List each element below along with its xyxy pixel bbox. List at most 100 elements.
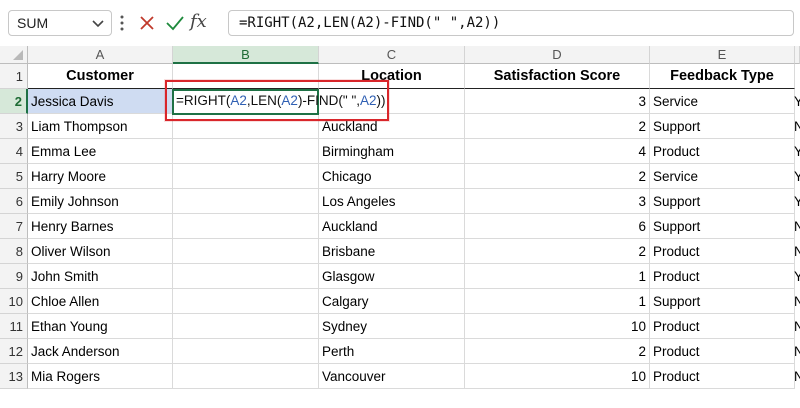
location-cell[interactable]: Chicago — [319, 164, 465, 189]
score-cell[interactable]: 1 — [465, 289, 650, 314]
formula-cell[interactable] — [173, 314, 319, 339]
vertical-dots-icon[interactable] — [119, 13, 125, 33]
row-header-7[interactable]: 7 — [0, 214, 28, 239]
column-header-c[interactable]: C — [319, 46, 465, 64]
column-header-a[interactable]: A — [28, 46, 173, 64]
row-header-3[interactable]: 3 — [0, 114, 28, 139]
location-cell[interactable]: Auckland — [319, 114, 465, 139]
feedback-cell[interactable]: Product — [650, 339, 795, 364]
location-cell[interactable]: Vancouver — [319, 364, 465, 389]
location-cell[interactable]: Calgary — [319, 289, 465, 314]
feedback-cell[interactable]: Support — [650, 289, 795, 314]
score-cell[interactable]: 10 — [465, 364, 650, 389]
score-cell[interactable]: 3 — [465, 89, 650, 114]
name-box[interactable]: SUM — [8, 10, 112, 36]
score-cell[interactable]: 6 — [465, 214, 650, 239]
score-cell[interactable]: 10 — [465, 314, 650, 339]
header-cell-score[interactable]: Satisfaction Score — [465, 64, 650, 89]
location-cell[interactable]: Brisbane — [319, 239, 465, 264]
active-cell-b2[interactable]: =RIGHT(A2,LEN(A2)-FIND(" ",A2)) — [172, 89, 388, 115]
location-cell[interactable]: Auckland — [319, 214, 465, 239]
feedback-cell[interactable]: Service — [650, 164, 795, 189]
formula-cell[interactable] — [173, 239, 319, 264]
column-f-partial-cell[interactable]: Y — [794, 189, 800, 214]
formula-cell[interactable] — [173, 339, 319, 364]
formula-cell[interactable] — [173, 164, 319, 189]
row-header-11[interactable]: 11 — [0, 314, 28, 339]
feedback-cell[interactable]: Support — [650, 189, 795, 214]
customer-cell[interactable]: Mia Rogers — [28, 364, 173, 389]
column-f-partial-cell[interactable]: N — [794, 339, 800, 364]
customer-cell[interactable]: Chloe Allen — [28, 289, 173, 314]
column-f-partial-cell[interactable]: Y — [794, 264, 800, 289]
feedback-cell[interactable]: Service — [650, 89, 795, 114]
fx-icon[interactable]: fx — [190, 11, 207, 32]
row-header-10[interactable]: 10 — [0, 289, 28, 314]
cell-edit-text[interactable]: =RIGHT(A2,LEN(A2)-FIND(" ",A2)) — [176, 93, 388, 110]
score-cell[interactable]: 4 — [465, 139, 650, 164]
header-cell-customer[interactable]: Customer — [28, 64, 173, 89]
column-f-partial-cell[interactable]: N — [794, 214, 800, 239]
score-cell[interactable]: 1 — [465, 264, 650, 289]
formula-cell[interactable] — [173, 139, 319, 164]
column-header-b[interactable]: B — [173, 46, 319, 64]
feedback-cell[interactable]: Product — [650, 264, 795, 289]
formula-cell[interactable] — [173, 289, 319, 314]
customer-cell[interactable]: Emma Lee — [28, 139, 173, 164]
select-all-corner[interactable] — [0, 46, 28, 64]
customer-cell[interactable]: Oliver Wilson — [28, 239, 173, 264]
formula-cell[interactable] — [173, 214, 319, 239]
check-icon[interactable] — [165, 14, 185, 32]
row-header-9[interactable]: 9 — [0, 264, 28, 289]
customer-cell[interactable]: Jack Anderson — [28, 339, 173, 364]
customer-cell[interactable]: Jessica Davis — [28, 89, 173, 114]
formula-cell[interactable] — [173, 114, 319, 139]
location-cell[interactable]: Birmingham — [319, 139, 465, 164]
header-cell-feedback[interactable]: Feedback Type — [650, 64, 795, 89]
customer-cell[interactable]: Ethan Young — [28, 314, 173, 339]
feedback-cell[interactable]: Product — [650, 314, 795, 339]
feedback-cell[interactable]: Support — [650, 214, 795, 239]
header-cell-location[interactable]: Location — [319, 64, 465, 89]
score-cell[interactable]: 3 — [465, 189, 650, 214]
customer-cell[interactable]: Henry Barnes — [28, 214, 173, 239]
score-cell[interactable]: 2 — [465, 239, 650, 264]
column-header-d[interactable]: D — [465, 46, 650, 64]
row-header-13[interactable]: 13 — [0, 364, 28, 389]
row-header-5[interactable]: 5 — [0, 164, 28, 189]
column-f-partial-cell[interactable]: N — [794, 364, 800, 389]
row-header-8[interactable]: 8 — [0, 239, 28, 264]
row-header-2[interactable]: 2 — [0, 89, 28, 114]
formula-cell[interactable] — [173, 364, 319, 389]
row-header-1[interactable]: 1 — [0, 64, 28, 89]
location-cell[interactable]: Los Angeles — [319, 189, 465, 214]
column-f-partial-cell[interactable]: Y — [794, 89, 800, 114]
score-cell[interactable]: 2 — [465, 114, 650, 139]
formula-cell[interactable] — [173, 189, 319, 214]
location-cell[interactable]: Perth — [319, 339, 465, 364]
feedback-cell[interactable]: Product — [650, 139, 795, 164]
feedback-cell[interactable]: Product — [650, 364, 795, 389]
location-cell[interactable]: Glasgow — [319, 264, 465, 289]
column-f-partial-cell[interactable]: Y — [794, 139, 800, 164]
header-cell-b[interactable] — [173, 64, 319, 89]
formula-cell[interactable] — [173, 264, 319, 289]
chevron-down-icon[interactable] — [91, 16, 105, 30]
location-cell[interactable]: Sydney — [319, 314, 465, 339]
customer-cell[interactable]: Harry Moore — [28, 164, 173, 189]
row-header-6[interactable]: 6 — [0, 189, 28, 214]
score-cell[interactable]: 2 — [465, 164, 650, 189]
column-f-partial-cell[interactable]: N — [794, 314, 800, 339]
column-header-f[interactable] — [795, 46, 800, 64]
score-cell[interactable]: 2 — [465, 339, 650, 364]
row-header-12[interactable]: 12 — [0, 339, 28, 364]
feedback-cell[interactable]: Support — [650, 114, 795, 139]
customer-cell[interactable]: Emily Johnson — [28, 189, 173, 214]
row-header-4[interactable]: 4 — [0, 139, 28, 164]
feedback-cell[interactable]: Product — [650, 239, 795, 264]
customer-cell[interactable]: Liam Thompson — [28, 114, 173, 139]
column-f-partial-cell[interactable]: N — [794, 289, 800, 314]
column-f-partial-cell[interactable]: N — [794, 239, 800, 264]
column-header-e[interactable]: E — [650, 46, 795, 64]
formula-input[interactable]: =RIGHT(A2,LEN(A2)-FIND(" ",A2)) — [228, 10, 794, 36]
